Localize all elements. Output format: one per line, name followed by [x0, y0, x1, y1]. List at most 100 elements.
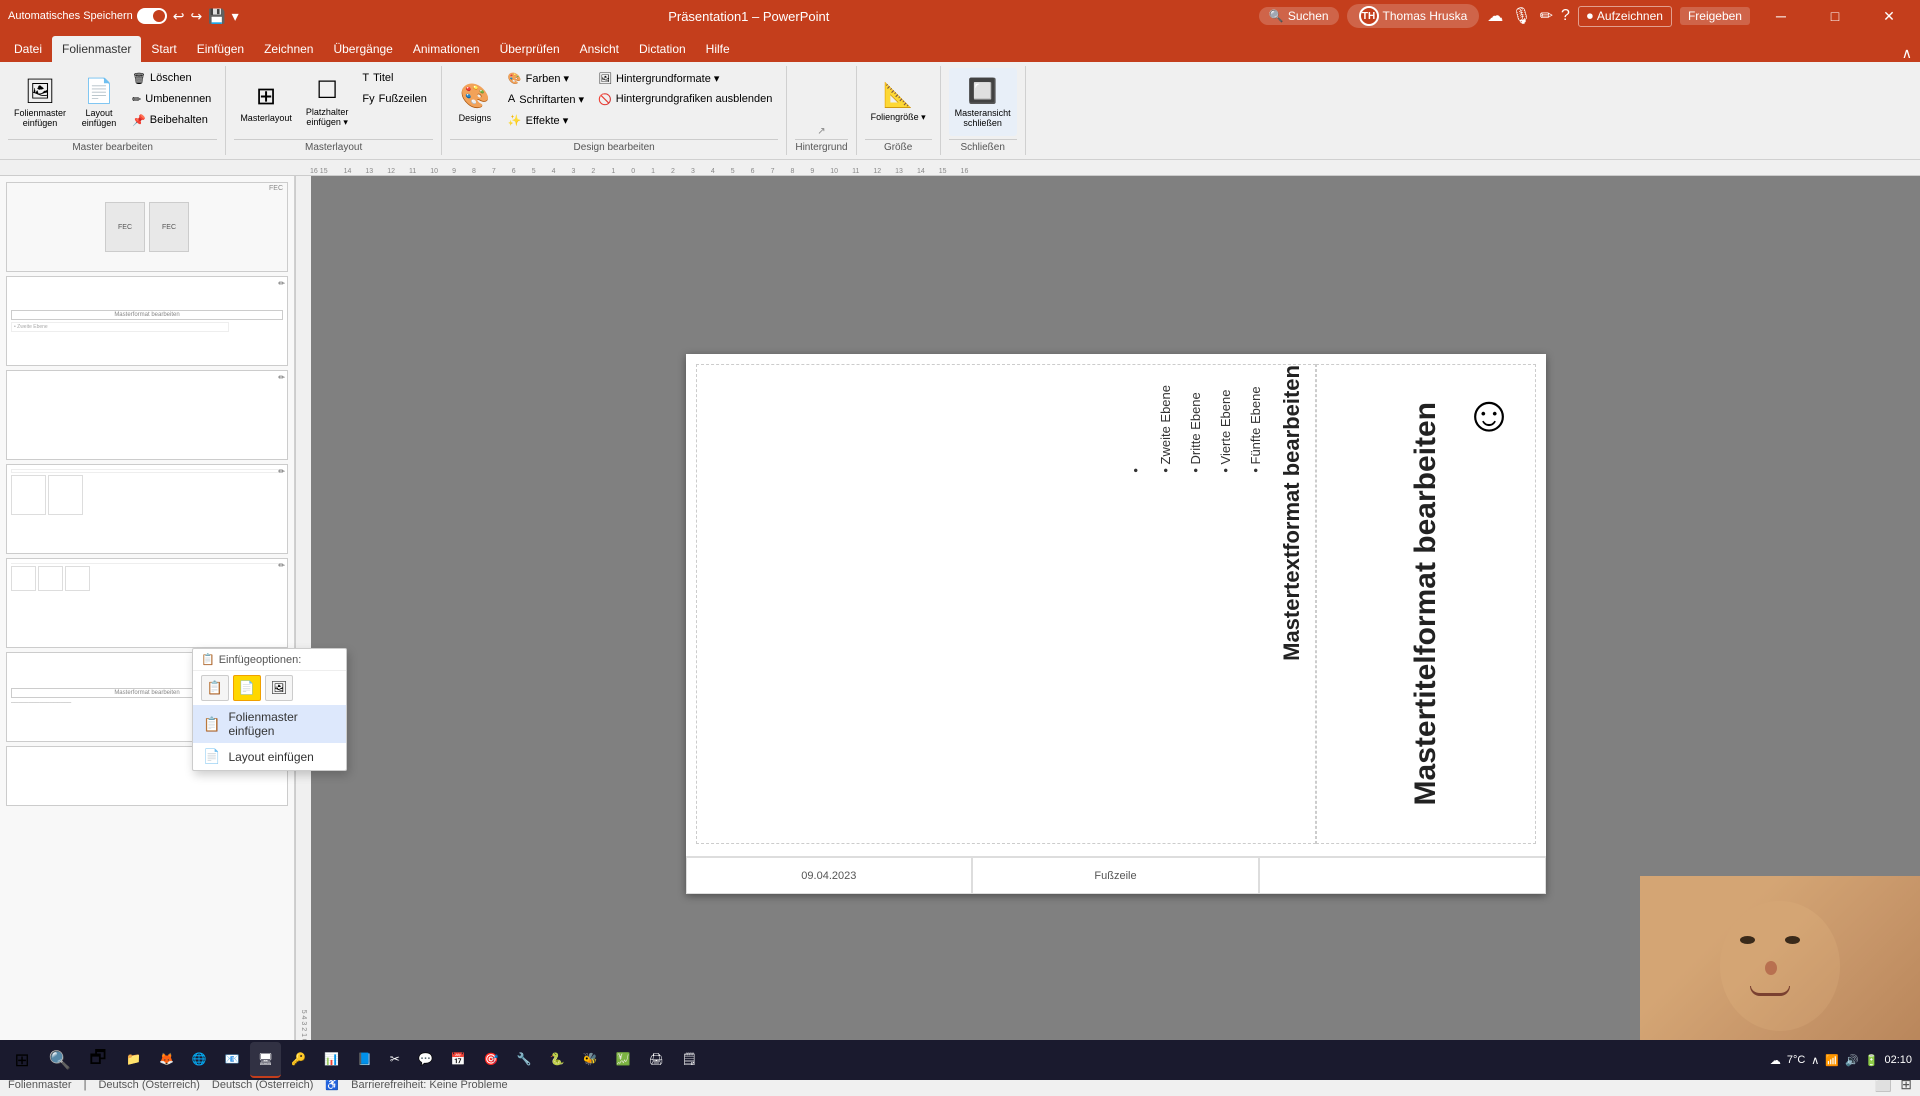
ruler-horizontal: 16 15 14 13 12 11 10 9 8 7 6 5 4 3 2 1 0…	[0, 160, 1920, 176]
fusszeilen-btn[interactable]: Fy Fußzeilen	[356, 89, 433, 109]
hintergrundgrafiken-icon: 🚫	[598, 93, 612, 106]
collapse-ribbon-icon[interactable]: ∧	[1902, 45, 1912, 62]
taskbar-app1[interactable]: 🔑	[283, 1042, 314, 1078]
footer-text: Fußzeile	[972, 857, 1259, 894]
hintergrundformate-icon: 🖼	[598, 72, 612, 85]
help-icon[interactable]: ?	[1561, 7, 1570, 25]
hintergrundgrafiken-btn[interactable]: 🚫 Hintergrundgrafiken ausblenden	[592, 89, 778, 109]
schriftarten-btn[interactable]: A Schriftarten ▾	[502, 89, 590, 109]
paste-icon-3[interactable]: 🖼	[265, 675, 293, 701]
user-name: Thomas Hruska	[1383, 9, 1468, 23]
tab-folienmaster[interactable]: Folienmaster	[52, 36, 141, 62]
minimize-btn[interactable]: ─	[1758, 0, 1804, 32]
search-taskbar-btn[interactable]: 🔍	[42, 1042, 78, 1078]
masterlayout-btn[interactable]: ⊞ Masterlayout	[234, 68, 298, 136]
filename-label: Präsentation1	[668, 9, 748, 24]
search-box[interactable]: 🔍 Suchen	[1259, 7, 1339, 25]
loeschen-btn[interactable]: 🗑 Löschen	[126, 68, 217, 88]
masteransicht-schliessen-btn[interactable]: 🔲 Masteransichtschließen	[949, 68, 1017, 136]
mouth	[1750, 986, 1790, 996]
more-icon[interactable]: ▾	[232, 8, 239, 25]
slide-thumb-2[interactable]: Masterformat bearbeiten • Zweite Ebene ✏	[6, 276, 288, 366]
effekte-label: Effekte ▾	[526, 114, 569, 127]
taskbar-app7[interactable]: 🎯	[476, 1042, 507, 1078]
umbenennen-btn[interactable]: ✏ Umbenennen	[126, 89, 217, 109]
taskbar-app8[interactable]: 🔧	[509, 1042, 540, 1078]
tab-ansicht[interactable]: Ansicht	[570, 36, 629, 62]
tab-zeichnen[interactable]: Zeichnen	[254, 36, 323, 62]
undo-icon[interactable]: ↩	[173, 8, 185, 25]
left-eye	[1740, 936, 1755, 944]
tab-dictation[interactable]: Dictation	[629, 36, 696, 62]
slide-panel[interactable]: FEC FEC FEC Masterformat bearbeiten • Zw…	[0, 176, 295, 1072]
folienmaster-einfuegen-btn[interactable]: 🖼 Folienmastereinfügen	[8, 68, 72, 136]
taskbar-app6[interactable]: 📅	[443, 1042, 474, 1078]
foliengroesse-btn[interactable]: 📐 Foliengröße ▾	[865, 68, 932, 136]
context-menu-item-1-label: Folienmaster einfügen	[228, 710, 336, 738]
loeschen-label: Löschen	[150, 72, 192, 84]
taskbar-app10[interactable]: 🐝	[575, 1042, 606, 1078]
taskbar-app5[interactable]: 💬	[410, 1042, 441, 1078]
farben-label: Farben ▾	[526, 72, 569, 85]
toggle-switch[interactable]	[137, 8, 167, 24]
tab-start[interactable]: Start	[141, 36, 186, 62]
close-btn[interactable]: ✕	[1866, 0, 1912, 32]
layout-icon: 📄	[84, 77, 114, 106]
taskbar-app12[interactable]: 🖨	[641, 1042, 672, 1078]
maximize-btn[interactable]: □	[1812, 0, 1858, 32]
language-label[interactable]: Deutsch (Österreich)	[98, 1079, 199, 1091]
taskbar-outlook[interactable]: 📧	[217, 1042, 248, 1078]
tab-animationen[interactable]: Animationen	[403, 36, 490, 62]
taskbar-explorer[interactable]: 📁	[118, 1042, 149, 1078]
tab-uebergaenge[interactable]: Übergänge	[323, 36, 402, 62]
context-menu-item-2[interactable]: 📄 Layout einfügen	[193, 743, 346, 770]
save-icon[interactable]: 💾	[208, 8, 225, 25]
share-btn[interactable]: Freigeben	[1680, 7, 1750, 25]
tab-hilfe[interactable]: Hilfe	[696, 36, 740, 62]
hintergrundformate-btn[interactable]: 🖼 Hintergrundformate ▾	[592, 68, 778, 88]
taskbar-app11[interactable]: 💹	[608, 1042, 639, 1078]
title-bar-left: Automatisches Speichern ↩ ↪ 💾 ▾	[8, 8, 239, 25]
taskbar-firefox[interactable]: 🦊	[151, 1042, 182, 1078]
paste-icon-2[interactable]: 📄	[233, 675, 261, 701]
record-btn[interactable]: ⏺ Aufzeichnen	[1578, 6, 1672, 27]
taskview-btn[interactable]: 🗗	[80, 1042, 116, 1078]
tab-datei[interactable]: Datei	[4, 36, 52, 62]
taskbar-arrow-icon[interactable]: ∧	[1811, 1054, 1819, 1067]
beibehalten-btn[interactable]: 📌 Beibehalten	[126, 110, 217, 130]
redo-icon[interactable]: ↪	[190, 8, 202, 25]
pen-icon[interactable]: ✏	[1540, 6, 1553, 26]
autosave-toggle[interactable]: Automatisches Speichern	[8, 8, 167, 24]
taskbar-app9[interactable]: 🐍	[542, 1042, 573, 1078]
titel-btn[interactable]: T Titel	[356, 68, 433, 88]
slide-thumb-3[interactable]: ✏	[6, 370, 288, 460]
windows-btn[interactable]: ⊞	[4, 1042, 40, 1078]
tab-einfuegen[interactable]: Einfügen	[187, 36, 254, 62]
effekte-btn[interactable]: ✨ Effekte ▾	[502, 110, 590, 130]
right-eye	[1785, 936, 1800, 944]
taskbar-app3[interactable]: 📘	[349, 1042, 380, 1078]
hintergrund-expand-icon[interactable]: ↗	[817, 126, 825, 137]
slide-thumb-4[interactable]: ✏	[6, 464, 288, 554]
slide-4-badge: ✏	[278, 467, 285, 476]
group-design-buttons: 🎨 Designs 🎨 Farben ▾ A Schriftarten ▾ ✨ …	[450, 68, 778, 137]
ribbon: 🖼 Folienmastereinfügen 📄 Layouteinfügen …	[0, 62, 1920, 160]
farben-btn[interactable]: 🎨 Farben ▾	[502, 68, 590, 88]
taskbar-app4[interactable]: ✂	[382, 1042, 408, 1078]
user-badge[interactable]: TH Thomas Hruska	[1347, 4, 1480, 28]
taskbar-app2[interactable]: 📊	[316, 1042, 347, 1078]
designs-btn[interactable]: 🎨 Designs	[450, 68, 500, 136]
cloud-icon[interactable]: ☁	[1487, 6, 1503, 26]
slide-thumb-1[interactable]: FEC FEC FEC	[6, 182, 288, 272]
taskbar-powerpoint[interactable]: 🖥	[250, 1042, 281, 1078]
taskbar-chrome[interactable]: 🌐	[184, 1042, 215, 1078]
platzhalter-btn[interactable]: ☐ Platzhaltereinfügen ▾	[300, 68, 355, 136]
taskbar-app13[interactable]: 🗒	[674, 1042, 705, 1078]
paste-icon-1[interactable]: 📋	[201, 675, 229, 701]
tab-ueberpruefen[interactable]: Überprüfen	[490, 36, 570, 62]
context-menu-item-1[interactable]: 📋 Folienmaster einfügen	[193, 705, 346, 743]
layout-einfuegen-btn[interactable]: 📄 Layouteinfügen	[74, 68, 124, 136]
slide-thumb-5[interactable]: ✏	[6, 558, 288, 648]
masteransicht-label: Masteransichtschließen	[955, 108, 1011, 128]
mic-icon[interactable]: 🎙	[1511, 6, 1531, 26]
